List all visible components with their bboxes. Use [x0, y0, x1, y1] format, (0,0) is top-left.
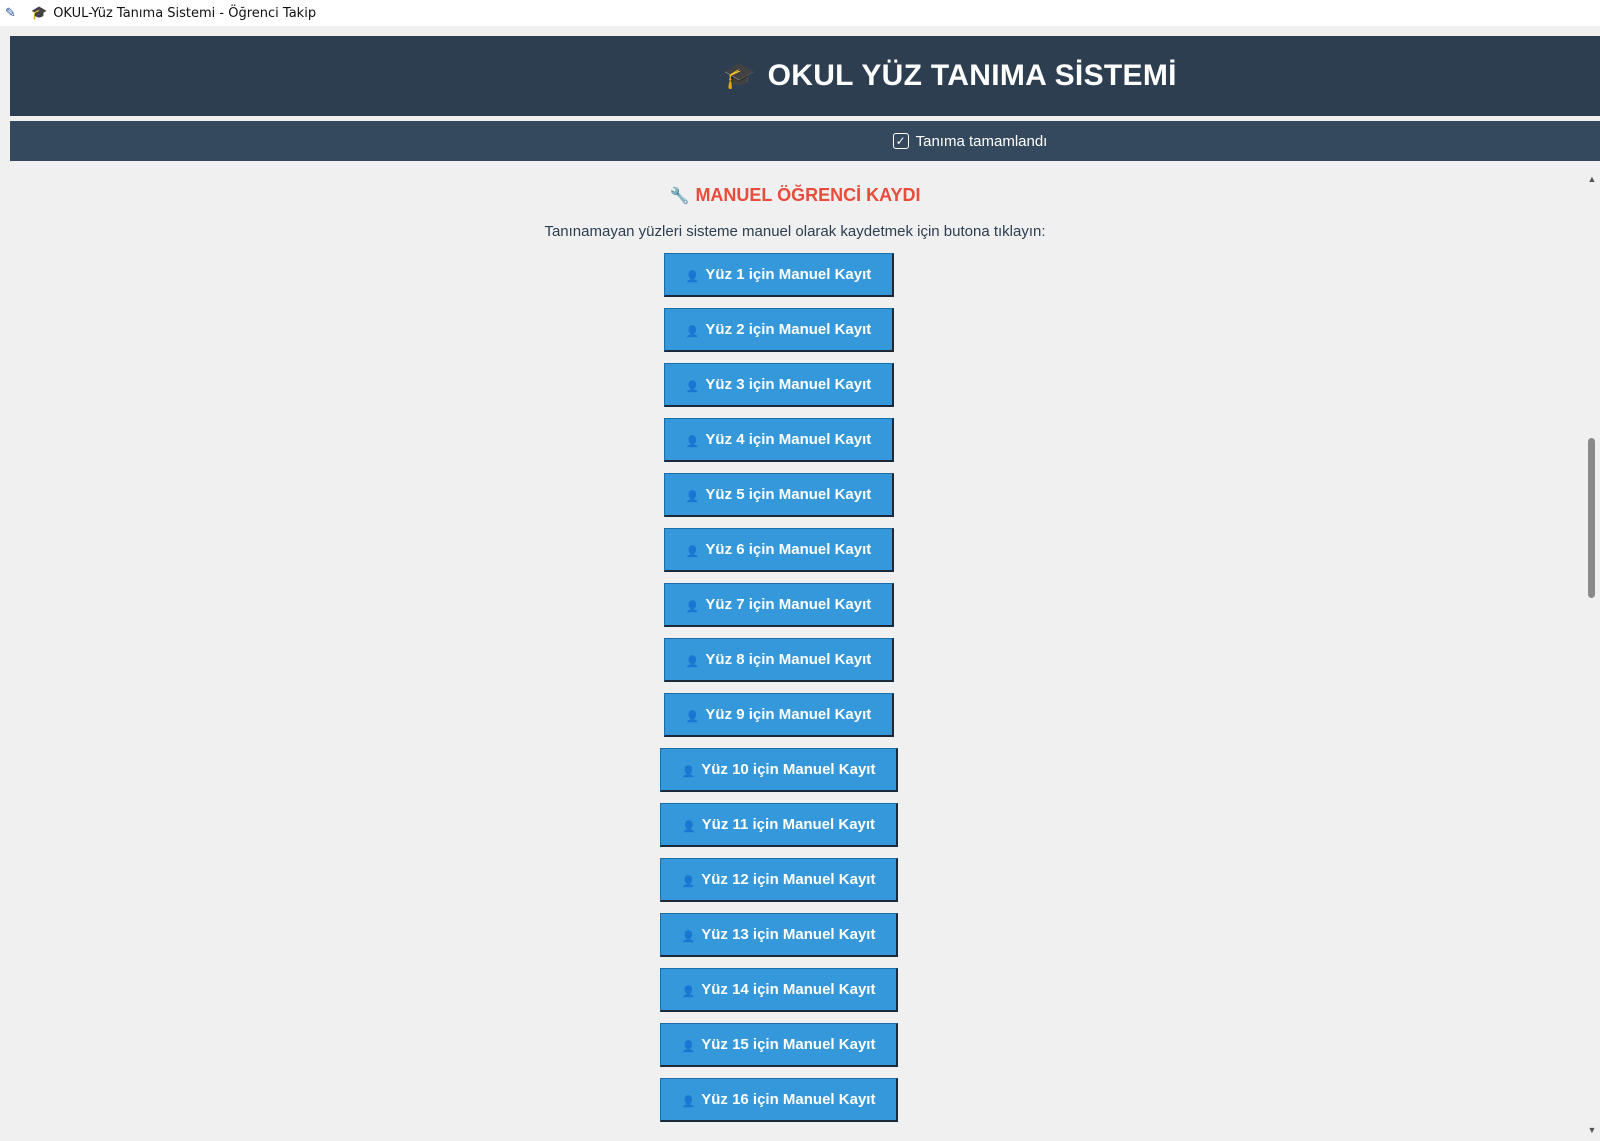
- manual-register-button-6[interactable]: 👤 Yüz 6 için Manuel Kayıt: [664, 528, 894, 572]
- manual-register-button-8[interactable]: 👤 Yüz 8 için Manuel Kayıt: [664, 638, 894, 682]
- manual-register-button-label: Yüz 5 için Manuel Kayıt: [705, 486, 872, 503]
- person-icon: 👤: [685, 600, 700, 613]
- person-icon: 👤: [681, 875, 696, 888]
- wrench-icon: 🔧: [669, 186, 690, 205]
- manual-register-button-14[interactable]: 👤 Yüz 14 için Manuel Kayıt: [660, 968, 898, 1012]
- status-bar: ✓ Tanıma tamamlandı: [10, 121, 1600, 161]
- app-header: 🎓 OKUL YÜZ TANIMA SİSTEMİ: [10, 36, 1600, 116]
- manual-register-button-label: Yüz 15 için Manuel Kayıt: [701, 1036, 876, 1053]
- manual-register-button-label: Yüz 3 için Manuel Kayıt: [705, 376, 872, 393]
- manual-register-button-label: Yüz 12 için Manuel Kayıt: [701, 871, 876, 888]
- checkbox-checked-icon: ✓: [892, 133, 909, 149]
- manual-register-button-label: Yüz 16 için Manuel Kayıt: [701, 1091, 876, 1108]
- person-icon: 👤: [685, 490, 700, 503]
- person-icon: 👤: [685, 380, 700, 393]
- manual-register-button-label: Yüz 14 için Manuel Kayıt: [701, 981, 876, 998]
- manual-register-button-5[interactable]: 👤 Yüz 5 için Manuel Kayıt: [664, 473, 894, 517]
- scroll-up-arrow-icon[interactable]: ▲: [1584, 174, 1600, 184]
- feather-icon: ✎: [5, 5, 16, 21]
- manual-register-button-label: Yüz 8 için Manuel Kayıt: [705, 651, 872, 668]
- vertical-scrollbar[interactable]: ▲ ▼: [1584, 172, 1600, 1141]
- manual-register-button-label: Yüz 7 için Manuel Kayıt: [705, 596, 872, 613]
- person-icon: 👤: [685, 655, 700, 668]
- section-title: 🔧 MANUEL ÖĞRENCİ KAYDI: [10, 185, 1580, 206]
- window-title: OKUL-Yüz Tanıma Sistemi - Öğrenci Takip: [53, 5, 317, 21]
- manual-register-button-1[interactable]: 👤 Yüz 1 için Manuel Kayıt: [664, 253, 894, 297]
- manual-register-button-label: Yüz 10 için Manuel Kayıt: [701, 761, 876, 778]
- manual-register-button-label: Yüz 11 için Manuel Kayıt: [701, 816, 876, 833]
- section-description: Tanınamayan yüzleri sisteme manuel olara…: [544, 223, 1046, 240]
- window-titlebar: ✎ 🎓 OKUL-Yüz Tanıma Sistemi - Öğrenci Ta…: [0, 0, 1600, 26]
- status-text: Tanıma tamamlandı: [915, 132, 1048, 150]
- person-icon: 👤: [685, 545, 700, 558]
- manual-registration-panel: 🔧 MANUEL ÖĞRENCİ KAYDI Tanınamayan yüzler…: [10, 172, 1580, 1141]
- person-icon: 👤: [681, 1095, 696, 1108]
- page-title: OKUL YÜZ TANIMA SİSTEMİ: [767, 59, 1177, 92]
- manual-register-button-16[interactable]: 👤 Yüz 16 için Manuel Kayıt: [660, 1078, 898, 1122]
- person-icon: 👤: [681, 930, 696, 943]
- manual-register-button-9[interactable]: 👤 Yüz 9 için Manuel Kayıt: [664, 693, 894, 737]
- person-icon: 👤: [685, 270, 700, 283]
- person-icon: 👤: [681, 820, 696, 833]
- manual-register-button-10[interactable]: 👤 Yüz 10 için Manuel Kayıt: [660, 748, 898, 792]
- manual-register-button-label: Yüz 2 için Manuel Kayıt: [705, 321, 872, 338]
- manual-register-button-label: Yüz 1 için Manuel Kayıt: [705, 266, 872, 283]
- scrollbar-thumb[interactable]: [1588, 438, 1595, 598]
- manual-register-button-label: Yüz 9 için Manuel Kayıt: [705, 706, 872, 723]
- scroll-down-arrow-icon[interactable]: ▼: [1584, 1125, 1600, 1135]
- manual-register-button-12[interactable]: 👤 Yüz 12 için Manuel Kayıt: [660, 858, 898, 902]
- person-icon: 👤: [685, 435, 700, 448]
- manual-register-button-15[interactable]: 👤 Yüz 15 için Manuel Kayıt: [660, 1023, 898, 1067]
- section-title-text: MANUEL ÖĞRENCİ KAYDI: [695, 185, 921, 205]
- manual-register-button-13[interactable]: 👤 Yüz 13 için Manuel Kayıt: [660, 913, 898, 957]
- person-icon: 👤: [685, 710, 700, 723]
- person-icon: 👤: [685, 325, 700, 338]
- graduation-cap-icon: 🎓: [723, 61, 756, 91]
- person-icon: 👤: [681, 765, 696, 778]
- manual-register-button-11[interactable]: 👤 Yüz 11 için Manuel Kayıt: [660, 803, 898, 847]
- manual-register-button-2[interactable]: 👤 Yüz 2 için Manuel Kayıt: [664, 308, 894, 352]
- manual-register-button-7[interactable]: 👤 Yüz 7 için Manuel Kayıt: [664, 583, 894, 627]
- manual-register-button-label: Yüz 13 için Manuel Kayıt: [701, 926, 876, 943]
- manual-register-button-label: Yüz 6 için Manuel Kayıt: [705, 541, 872, 558]
- graduation-cap-icon: 🎓: [31, 5, 48, 21]
- manual-register-button-label: Yüz 4 için Manuel Kayıt: [705, 431, 872, 448]
- person-icon: 👤: [681, 1040, 696, 1053]
- manual-register-button-3[interactable]: 👤 Yüz 3 için Manuel Kayıt: [664, 363, 894, 407]
- manual-register-button-4[interactable]: 👤 Yüz 4 için Manuel Kayıt: [664, 418, 894, 462]
- person-icon: 👤: [681, 985, 696, 998]
